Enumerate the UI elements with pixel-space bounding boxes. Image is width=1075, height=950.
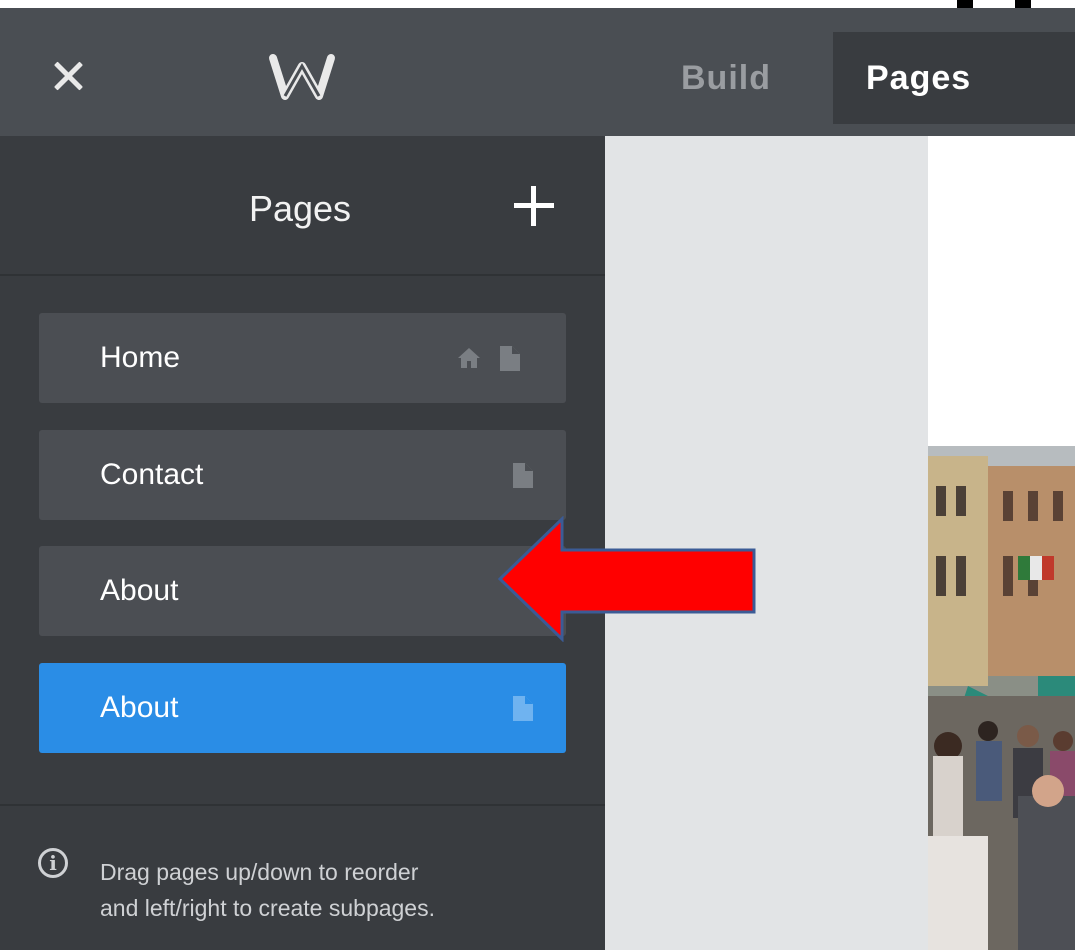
cropped-glyph [1015, 0, 1031, 8]
info-line: and left/right to create subpages. [100, 895, 435, 921]
tab-pages[interactable]: Pages [833, 32, 1075, 124]
page-item-contact[interactable]: Contact [39, 430, 566, 520]
page-item-about[interactable]: About [39, 546, 566, 636]
cropped-glyph [957, 0, 973, 8]
hero-photo [928, 446, 1075, 950]
page-item-label: About [100, 691, 179, 724]
top-bar: Build Pages [0, 8, 1075, 136]
info-icon: i [38, 848, 68, 878]
close-icon[interactable] [48, 56, 88, 96]
page-item-home[interactable]: Home [39, 313, 566, 403]
page-icon [513, 696, 533, 721]
weebly-logo-icon [269, 54, 335, 100]
top-strip [0, 0, 1075, 8]
divider [0, 274, 605, 276]
page-item-about-selected[interactable]: About [39, 663, 566, 753]
page-item-label: Contact [100, 458, 204, 491]
red-annotation-arrow-icon [497, 516, 756, 642]
home-icon [458, 348, 480, 368]
info-line: Drag pages up/down to reorder [100, 859, 419, 885]
page-item-label: About [100, 574, 179, 607]
page-icon [500, 346, 520, 371]
page-item-label: Home [100, 341, 181, 374]
info-text: Drag pages up/down to reorder and left/r… [100, 854, 580, 926]
page-icon [513, 463, 533, 488]
divider [0, 804, 605, 806]
panel-title: Pages [248, 188, 352, 229]
editor-canvas-header [928, 136, 1075, 446]
add-page-icon[interactable] [514, 186, 554, 226]
tab-build[interactable]: Build [666, 32, 786, 124]
